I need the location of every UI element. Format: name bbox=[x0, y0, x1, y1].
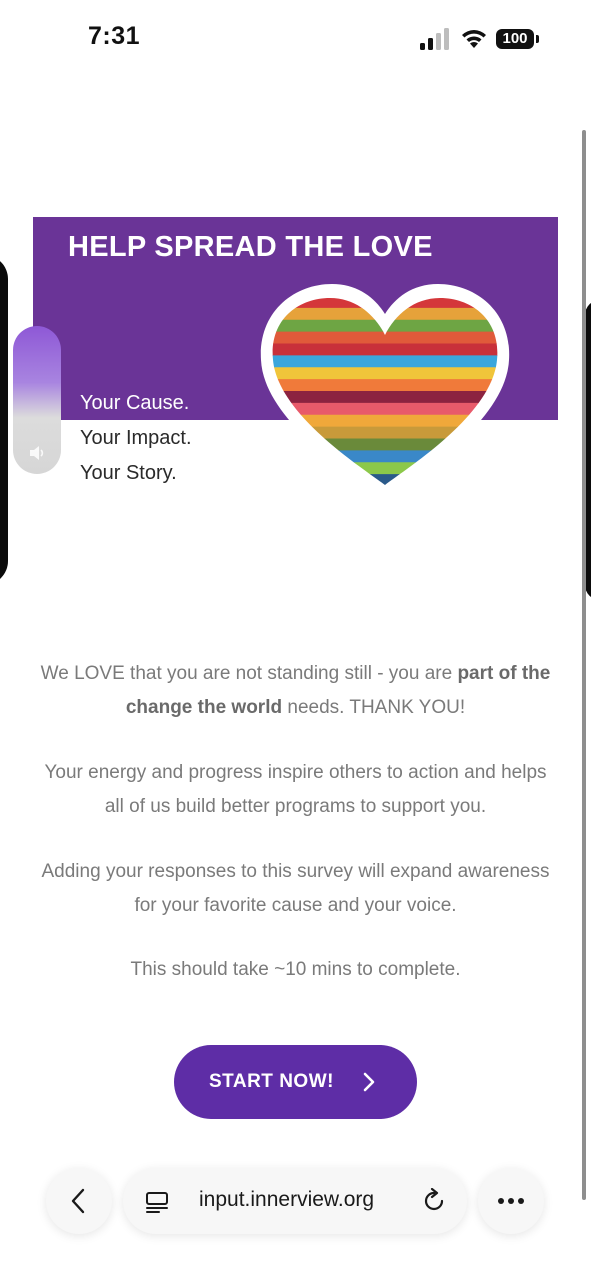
address-bar[interactable]: input.innerview.org bbox=[123, 1168, 467, 1234]
tagline-story: Your Story. bbox=[80, 462, 177, 484]
scrollbar[interactable] bbox=[582, 130, 586, 1200]
heart-stripe bbox=[272, 438, 498, 451]
speaker-icon bbox=[30, 446, 44, 460]
intro-text-start: We LOVE that you are not standing still … bbox=[40, 663, 458, 684]
back-button[interactable] bbox=[46, 1168, 112, 1234]
page: 7:31 100 HELP SPREAD THE LOVE Your Cause… bbox=[0, 0, 591, 1280]
cellular-signal-icon bbox=[420, 28, 449, 50]
reload-icon[interactable] bbox=[421, 1188, 447, 1214]
heart-stripe bbox=[272, 355, 498, 368]
chevron-right-icon bbox=[363, 1072, 375, 1092]
more-button[interactable] bbox=[478, 1168, 544, 1234]
start-now-label: START NOW! bbox=[209, 1071, 334, 1092]
tagline-impact: Your Impact. bbox=[80, 427, 192, 449]
survey-paragraph: Adding your responses to this survey wil… bbox=[41, 861, 550, 916]
battery-nub bbox=[536, 35, 539, 43]
status-time: 7:31 bbox=[88, 22, 141, 50]
heart-stripe bbox=[272, 474, 498, 485]
rainbow-heart-icon bbox=[260, 284, 510, 498]
battery-icon: 100 bbox=[496, 29, 540, 51]
heart-stripe bbox=[272, 426, 498, 439]
heart-stripe bbox=[272, 462, 498, 475]
intro-text-end: needs. THANK YOU! bbox=[282, 697, 466, 718]
tagline-cause: Your Cause. bbox=[80, 392, 190, 414]
wifi-icon bbox=[462, 30, 486, 48]
url-text: input.innerview.org bbox=[199, 1188, 375, 1211]
heart-stripe bbox=[272, 379, 498, 392]
energy-paragraph: Your energy and progress inspire others … bbox=[44, 762, 547, 817]
status-bar: 7:31 100 bbox=[0, 0, 591, 80]
heart-stripe bbox=[272, 343, 498, 356]
reader-mode-icon bbox=[146, 1192, 168, 1213]
more-icon bbox=[498, 1198, 524, 1204]
duration-paragraph: This should take ~10 mins to complete. bbox=[130, 959, 461, 980]
battery-level: 100 bbox=[496, 29, 534, 49]
heart-stripe bbox=[272, 450, 498, 463]
banner-title: HELP SPREAD THE LOVE bbox=[68, 231, 433, 263]
intro-paragraph: We LOVE that you are not standing still … bbox=[33, 657, 558, 725]
start-now-button[interactable]: START NOW! bbox=[174, 1045, 417, 1119]
back-chevron-icon bbox=[71, 1188, 85, 1214]
heart-stripe bbox=[272, 367, 498, 380]
left-edge-shape bbox=[0, 255, 8, 585]
heart-stripe bbox=[272, 391, 498, 404]
